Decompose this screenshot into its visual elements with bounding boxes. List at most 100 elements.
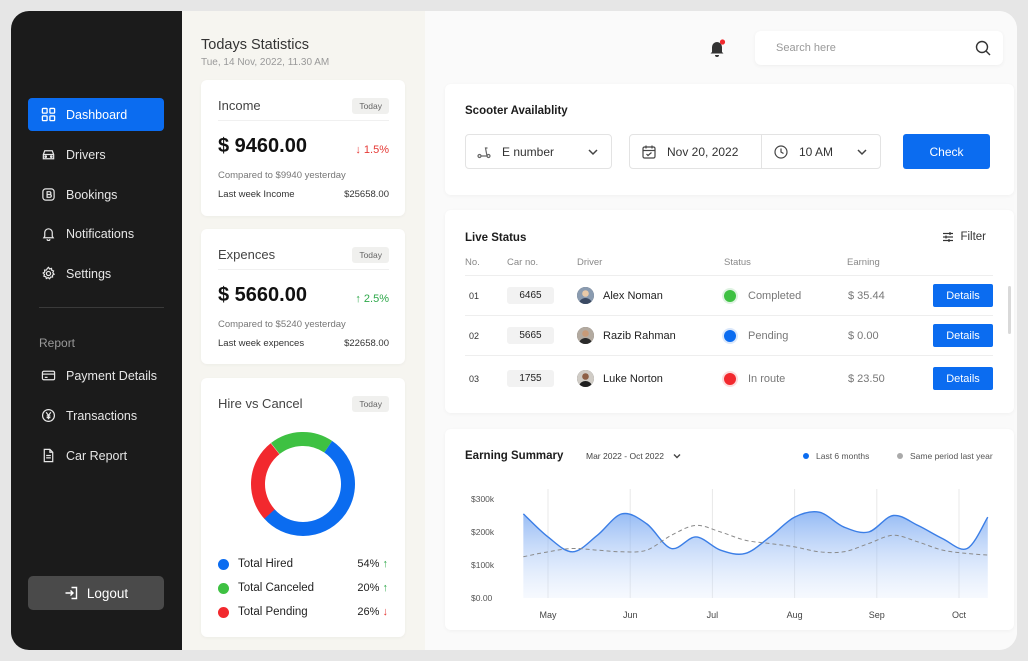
sidebar-item-transactions[interactable]: Transactions bbox=[28, 399, 164, 432]
sidebar-item-label: Drivers bbox=[66, 147, 106, 162]
sidebar: Dashboard Drivers Bookings Notifications… bbox=[11, 11, 182, 650]
today-badge: Today bbox=[352, 396, 389, 412]
date-range-value: Mar 2022 - Oct 2022 bbox=[586, 451, 664, 461]
hire-vs-cancel-donut bbox=[251, 432, 355, 536]
time-picker[interactable]: 10 AM bbox=[763, 135, 881, 168]
earning-value: $ 0.00 bbox=[848, 330, 879, 342]
sidebar-item-payment-details[interactable]: Payment Details bbox=[28, 359, 164, 392]
legend-dot bbox=[803, 453, 809, 459]
donut-segment-total-pending bbox=[251, 443, 280, 519]
x-tick-label: Aug bbox=[787, 610, 803, 620]
arrow-up-icon: ↑ bbox=[382, 558, 389, 570]
chevron-down-icon bbox=[673, 454, 681, 459]
legend-last-6-months: Last 6 months bbox=[803, 451, 869, 461]
income-change: ↓ 1.5% bbox=[355, 144, 389, 156]
filter-button[interactable]: Filter bbox=[942, 231, 986, 243]
sidebar-item-label: Bookings bbox=[66, 187, 118, 202]
legend-label: Total Canceled bbox=[238, 582, 315, 594]
series-area-last-6-months bbox=[523, 511, 988, 598]
notification-bell-icon[interactable] bbox=[708, 38, 726, 58]
main-content: Scooter Availablity E number Nov 20, 202… bbox=[425, 11, 1017, 650]
earning-summary-panel: Earning Summary Mar 2022 - Oct 2022 Last… bbox=[445, 429, 1014, 630]
legend-label: Total Hired bbox=[238, 558, 293, 570]
column-header-earning: Earning bbox=[847, 257, 880, 268]
donut-segment-total-hired bbox=[264, 440, 355, 536]
legend-label: Same period last year bbox=[910, 451, 993, 461]
hire-vs-cancel-label: Hire vs Cancel bbox=[218, 396, 303, 411]
status-text: In route bbox=[748, 373, 786, 385]
card-icon bbox=[40, 368, 56, 384]
scooter-availability-title: Scooter Availablity bbox=[465, 105, 568, 117]
legend-label: Last 6 months bbox=[816, 451, 870, 461]
expences-last-week-label: Last week expences bbox=[218, 338, 305, 349]
document-icon bbox=[40, 448, 56, 464]
check-button[interactable]: Check bbox=[903, 134, 990, 169]
gear-icon bbox=[40, 266, 56, 282]
earning-summary-title: Earning Summary bbox=[465, 450, 564, 462]
column-header-status: Status bbox=[724, 257, 751, 268]
arrow-up-icon: ↑ bbox=[382, 582, 389, 594]
sidebar-item-drivers[interactable]: Drivers bbox=[28, 138, 164, 171]
expences-change: ↑ 2.5% bbox=[355, 293, 389, 305]
search-input[interactable] bbox=[776, 42, 966, 54]
earning-value: $ 35.44 bbox=[848, 290, 885, 302]
status-dot bbox=[724, 373, 736, 385]
sidebar-item-car-report[interactable]: Car Report bbox=[28, 439, 164, 472]
sidebar-item-label: Car Report bbox=[66, 448, 128, 463]
legend-label: Total Pending bbox=[238, 606, 308, 618]
avatar bbox=[577, 327, 594, 344]
card-divider bbox=[218, 269, 389, 270]
scooter-availability-panel: Scooter Availablity E number Nov 20, 202… bbox=[445, 84, 1014, 195]
driver-name: Luke Norton bbox=[603, 373, 663, 385]
bookings-icon bbox=[40, 187, 56, 203]
percentage-value: 26% bbox=[357, 606, 380, 618]
income-compared: Compared to $9940 yesterday bbox=[218, 170, 346, 181]
time-value: 10 AM bbox=[799, 144, 834, 159]
car-icon bbox=[40, 147, 56, 163]
legend-percentage: 54% ↑ bbox=[357, 558, 388, 570]
income-last-week-value: $25658.00 bbox=[344, 189, 389, 200]
sidebar-item-label: Payment Details bbox=[66, 368, 158, 383]
report-section-label: Report bbox=[39, 336, 76, 350]
table-row: 01 6465 Alex Noman Completed $ 35.44 Det… bbox=[465, 275, 993, 315]
legend-percentage: 20% ↑ bbox=[357, 582, 388, 594]
legend-total-canceled: Total Canceled 20% ↑ bbox=[218, 581, 388, 595]
logout-button[interactable]: Logout bbox=[28, 576, 164, 610]
y-tick-label: $100k bbox=[471, 560, 495, 570]
legend-dot bbox=[897, 453, 903, 459]
details-button[interactable]: Details bbox=[933, 367, 993, 390]
search-icon[interactable] bbox=[975, 40, 991, 56]
details-button[interactable]: Details bbox=[933, 324, 993, 347]
column-header-driver: Driver bbox=[577, 257, 603, 268]
table-row: 03 1755 Luke Norton In route $ 23.50 Det… bbox=[465, 355, 993, 399]
status-text: Completed bbox=[748, 290, 802, 302]
logout-icon bbox=[65, 586, 78, 600]
date-time-select: Nov 20, 2022 10 AM bbox=[629, 134, 881, 169]
sidebar-item-dashboard[interactable]: Dashboard bbox=[28, 98, 164, 131]
expences-amount: $ 5660.00 bbox=[218, 284, 307, 306]
row-number: 01 bbox=[469, 291, 480, 301]
today-badge: Today bbox=[352, 247, 389, 263]
income-last-week-label: Last week Income bbox=[218, 189, 295, 200]
column-header-no: No. bbox=[465, 257, 480, 268]
sidebar-item-notifications[interactable]: Notifications bbox=[28, 217, 164, 250]
date-range-select[interactable]: Mar 2022 - Oct 2022 bbox=[586, 451, 682, 461]
sidebar-item-label: Notifications bbox=[66, 226, 135, 241]
hire-vs-cancel-card: Hire vs Cancel Today Total Hired 54% ↑ T… bbox=[201, 378, 405, 637]
search-bar bbox=[755, 31, 1003, 65]
percentage-value: 54% bbox=[357, 558, 380, 570]
x-tick-label: Sep bbox=[869, 610, 885, 620]
donut-segment-total-canceled bbox=[270, 432, 333, 455]
table-scrollbar[interactable] bbox=[1008, 286, 1011, 334]
status-dot bbox=[724, 330, 736, 342]
y-tick-label: $300k bbox=[471, 494, 495, 504]
e-number-select[interactable]: E number bbox=[465, 134, 612, 169]
legend-dot bbox=[218, 582, 229, 594]
date-picker[interactable]: Nov 20, 2022 bbox=[630, 135, 762, 168]
sidebar-item-label: Transactions bbox=[66, 408, 138, 423]
row-number: 03 bbox=[469, 374, 480, 384]
filter-icon bbox=[943, 232, 954, 242]
details-button[interactable]: Details bbox=[933, 284, 993, 307]
sidebar-item-bookings[interactable]: Bookings bbox=[28, 178, 164, 211]
sidebar-item-settings[interactable]: Settings bbox=[28, 257, 164, 290]
